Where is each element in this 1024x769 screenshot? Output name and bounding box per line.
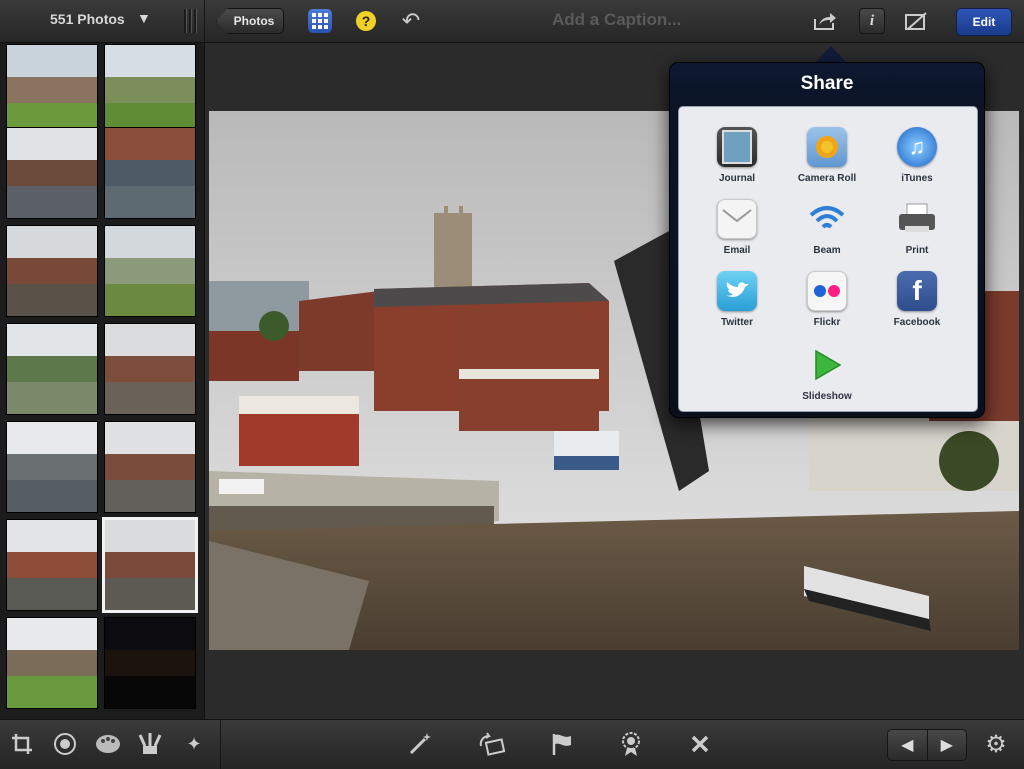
email-icon (717, 199, 757, 239)
auto-enhance-icon[interactable] (406, 730, 434, 758)
back-button-label: Photos (233, 14, 275, 28)
thumbnail[interactable] (6, 44, 98, 136)
thumbnail[interactable] (104, 323, 196, 415)
grid-icon (308, 9, 332, 33)
grid-view-button[interactable] (307, 8, 333, 34)
thumbnail[interactable] (6, 127, 98, 219)
thumbnail[interactable] (104, 127, 196, 219)
share-item-label: Journal (718, 173, 756, 184)
thumbnail[interactable] (104, 225, 196, 317)
share-icon (814, 13, 836, 30)
thumbnail[interactable] (6, 617, 98, 709)
undo-icon: ↶ (401, 8, 421, 33)
edit-tools-group: ✦ (0, 720, 221, 769)
next-photo-button[interactable]: ▶ (928, 730, 967, 760)
settings-gear-icon[interactable]: ⚙ (982, 730, 1010, 758)
photo-navigation: ◀ ▶ (887, 729, 967, 761)
chevron-down-icon[interactable]: ▼ (137, 10, 151, 26)
share-item-label: Facebook (893, 317, 941, 328)
itunes-icon: ♫ (897, 127, 937, 167)
slideshow-icon (807, 345, 847, 385)
thumbnail[interactable] (104, 617, 196, 709)
share-button[interactable] (812, 8, 838, 34)
share-print[interactable]: Print (872, 199, 962, 261)
flag-icon[interactable] (548, 730, 576, 758)
help-icon: ? (356, 11, 376, 31)
twitter-icon (717, 271, 757, 311)
caption-field[interactable]: Add a Caption... (552, 10, 681, 30)
thumbnail[interactable] (6, 323, 98, 415)
color-palette-icon[interactable] (94, 730, 122, 758)
share-twitter[interactable]: Twitter (692, 271, 782, 333)
camera-roll-icon (807, 127, 847, 167)
help-button[interactable]: ? (353, 8, 379, 34)
share-item-label: Camera Roll (797, 173, 857, 184)
share-item-label: Email (723, 245, 751, 256)
bottom-toolbar: ✦ ◀ ▶ ⚙ (0, 719, 1024, 769)
share-slideshow[interactable]: Slideshow (782, 345, 872, 407)
share-item-label: Slideshow (802, 391, 852, 402)
share-item-label: Twitter (720, 317, 754, 328)
share-email[interactable]: Email (692, 199, 782, 261)
hide-icon[interactable] (686, 730, 714, 758)
panel-resize-grip-icon[interactable] (184, 9, 197, 33)
beam-icon (807, 199, 847, 239)
share-beam[interactable]: Beam (782, 199, 872, 261)
share-camera-roll[interactable]: Camera Roll (782, 127, 872, 189)
edit-button[interactable]: Edit (956, 8, 1012, 36)
thumbnail[interactable] (104, 44, 196, 136)
flickr-icon (807, 271, 847, 311)
print-icon (897, 199, 937, 239)
share-item-label: Beam (813, 245, 841, 256)
share-item-label: iTunes (901, 173, 933, 184)
thumbnail[interactable] (6, 519, 98, 611)
thumbnail-grid (0, 43, 205, 719)
info-button[interactable]: i (859, 8, 885, 34)
share-flickr[interactable]: Flickr (782, 271, 872, 333)
previous-photo-button[interactable]: ◀ (888, 730, 928, 760)
share-item-label: Flickr (813, 317, 841, 328)
share-itunes[interactable]: ♫ iTunes (872, 127, 962, 189)
exposure-icon[interactable] (51, 730, 79, 758)
crop-options-button[interactable] (903, 8, 929, 34)
facebook-icon: f (897, 271, 937, 311)
photo-count-label[interactable]: 551 Photos (50, 11, 125, 27)
share-item-label: Print (905, 245, 929, 256)
thumbnail[interactable] (6, 421, 98, 513)
thumbnail-header: 551 Photos ▼ (0, 0, 205, 42)
thumbnail[interactable] (6, 225, 98, 317)
crop-corner-icon (905, 12, 927, 30)
top-toolbar: 551 Photos ▼ Photos ? ↶ Add a Caption...… (0, 0, 1024, 43)
thumbnail[interactable] (104, 421, 196, 513)
edit-button-label: Edit (972, 15, 996, 29)
rotate-icon[interactable] (477, 730, 505, 758)
share-popover: Share Journal Camera Roll ♫ iTunes Email (669, 62, 985, 418)
favorite-icon[interactable] (617, 730, 645, 758)
share-title: Share (800, 73, 854, 94)
effects-icon[interactable]: ✦ (180, 730, 208, 758)
journal-icon (717, 127, 757, 167)
popover-arrow (815, 46, 847, 63)
crop-icon[interactable] (8, 730, 36, 758)
undo-button[interactable]: ↶ (398, 8, 424, 34)
brushes-icon[interactable] (136, 730, 164, 758)
info-icon: i (869, 12, 875, 29)
share-facebook[interactable]: f Facebook (872, 271, 962, 333)
share-options-panel: Journal Camera Roll ♫ iTunes Email Beam … (678, 106, 978, 412)
thumbnail-selected[interactable] (102, 517, 198, 613)
photos-back-button[interactable]: Photos (216, 8, 284, 34)
share-journal[interactable]: Journal (692, 127, 782, 189)
